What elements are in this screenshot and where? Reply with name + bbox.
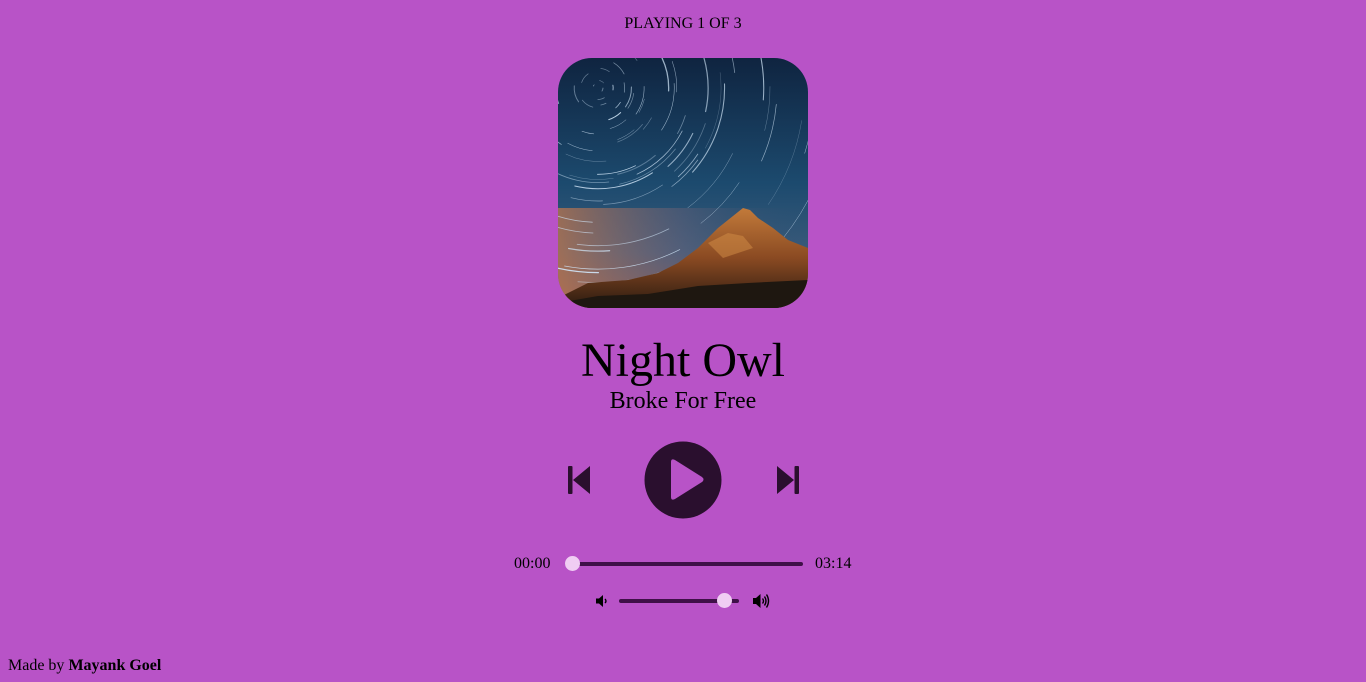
volume-thumb[interactable] bbox=[716, 593, 732, 608]
now-playing-indicator: PLAYING 1 OF 3 bbox=[624, 15, 742, 32]
previous-track-button[interactable] bbox=[566, 464, 592, 496]
seek-thumb[interactable] bbox=[565, 556, 580, 571]
skip-next-icon bbox=[777, 466, 799, 494]
total-duration: 03:14 bbox=[815, 555, 852, 572]
music-player: PLAYING 1 OF 3 Night Owl Broke For Free … bbox=[0, 0, 1366, 682]
album-artwork bbox=[558, 58, 808, 308]
volume-slider[interactable] bbox=[619, 593, 741, 609]
track-name: Night Owl bbox=[581, 334, 785, 387]
star-trail-mountain-image bbox=[558, 58, 808, 308]
footer-prefix: Made by bbox=[8, 657, 65, 674]
volume-up-icon bbox=[753, 594, 770, 608]
seek-slider[interactable] bbox=[565, 556, 805, 572]
play-icon bbox=[644, 441, 722, 519]
volume-down-button[interactable] bbox=[595, 594, 609, 608]
play-pause-button[interactable] bbox=[644, 441, 722, 519]
seek-track[interactable] bbox=[565, 562, 803, 566]
footer-credit: Made by Mayank Goel bbox=[8, 656, 161, 676]
volume-down-icon bbox=[596, 595, 607, 607]
footer-author: Mayank Goel bbox=[68, 657, 162, 674]
track-artist: Broke For Free bbox=[609, 388, 757, 414]
skip-previous-icon bbox=[568, 466, 590, 494]
current-time: 00:00 bbox=[514, 555, 551, 572]
volume-up-button[interactable] bbox=[752, 593, 771, 609]
next-track-button[interactable] bbox=[775, 464, 801, 496]
